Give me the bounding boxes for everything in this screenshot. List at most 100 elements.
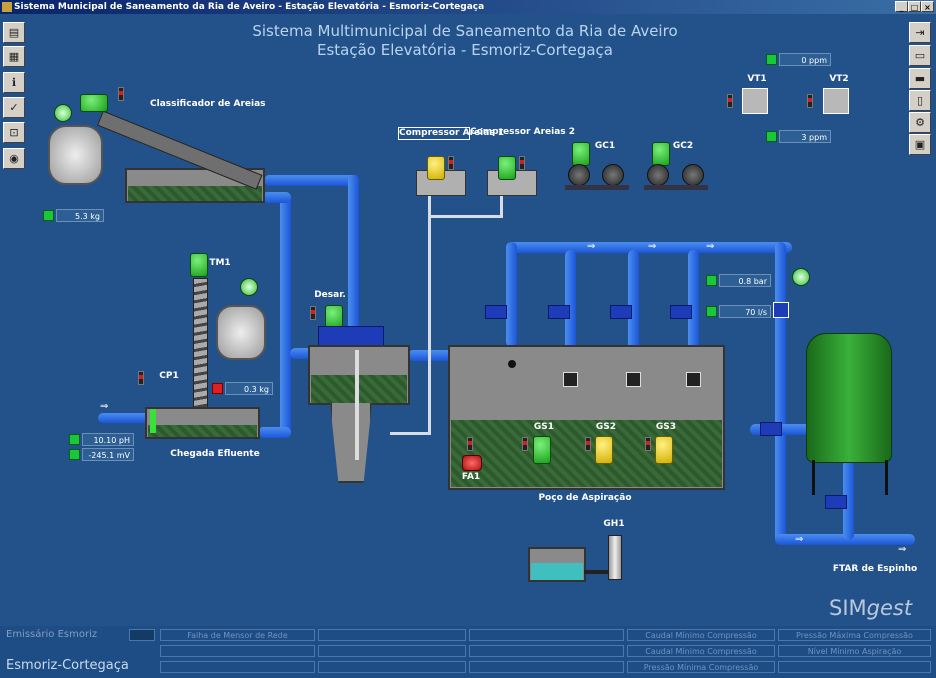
window-titlebar: Sistema Municipal de Saneamento da Ria d… bbox=[0, 0, 936, 14]
valve-tank-icon[interactable] bbox=[825, 495, 847, 509]
compressor1-switch[interactable] bbox=[448, 156, 454, 170]
window-tool-button[interactable]: ▭ bbox=[909, 45, 931, 66]
info-tool-button[interactable]: ℹ bbox=[3, 72, 25, 93]
pressure-value: 0.8 bar bbox=[719, 274, 771, 287]
alarm-pressao-max[interactable]: Pressão Máxima Compressão bbox=[778, 629, 931, 641]
gc1-motor[interactable] bbox=[572, 142, 590, 166]
chegada-sludge bbox=[148, 425, 257, 437]
classificador-motor[interactable] bbox=[80, 94, 108, 112]
book-tool-button[interactable]: ▣ bbox=[909, 134, 931, 155]
status-bar: Emissário Esmoriz Esmoriz-Cortegaça Falh… bbox=[0, 626, 936, 678]
gc1-base bbox=[565, 185, 629, 190]
valve-line3-icon[interactable] bbox=[610, 305, 632, 319]
desar-cone bbox=[330, 403, 372, 483]
minimize-button[interactable]: _ bbox=[895, 1, 908, 12]
tm1-separator[interactable] bbox=[216, 305, 266, 360]
maximize-button[interactable]: □ bbox=[908, 1, 921, 12]
pressure-led bbox=[706, 275, 717, 286]
vt1-switch[interactable] bbox=[727, 94, 733, 108]
classificador-weight-value: 5.3 kg bbox=[56, 209, 104, 222]
storage-tank[interactable] bbox=[806, 333, 892, 463]
alarm-falta[interactable]: Falha de Mensor de Rede bbox=[160, 629, 315, 641]
valve-line2-icon[interactable] bbox=[548, 305, 570, 319]
tank-leg bbox=[885, 460, 888, 495]
close-button[interactable]: × bbox=[921, 1, 934, 12]
gc1-fan-icon bbox=[568, 164, 590, 186]
flow-arrow-icon: ⇒ bbox=[898, 544, 907, 555]
window-title: Sistema Municipal de Saneamento da Ria d… bbox=[14, 2, 485, 12]
gs3-pump[interactable] bbox=[655, 436, 673, 464]
camera-tool-button[interactable]: ◉ bbox=[3, 148, 25, 169]
brand-sim: SIM bbox=[829, 596, 867, 620]
site-label: Emissário Esmoriz bbox=[6, 629, 98, 640]
valve-outlet-icon[interactable] bbox=[760, 422, 782, 436]
compressor1-label: Compressor Areias 1 bbox=[398, 127, 505, 140]
gs2-switch[interactable] bbox=[585, 437, 591, 451]
pipe-segment bbox=[264, 175, 359, 186]
gc2-motor[interactable] bbox=[652, 142, 670, 166]
screen-tool-button[interactable]: ▬ bbox=[909, 68, 931, 89]
tm1-label: TM1 bbox=[209, 258, 231, 268]
gs1-label: GS1 bbox=[533, 422, 555, 432]
fa1-mixer[interactable] bbox=[462, 455, 482, 471]
gs2-pump[interactable] bbox=[595, 436, 613, 464]
flow-led bbox=[706, 306, 717, 317]
ppm-top-led bbox=[766, 54, 777, 65]
classificador-sludge bbox=[128, 186, 262, 201]
fa1-switch[interactable] bbox=[467, 437, 473, 451]
compressor2-motor[interactable] bbox=[498, 156, 516, 180]
compressor1-motor[interactable] bbox=[427, 156, 445, 180]
site-indicator bbox=[129, 629, 155, 641]
cp1-gate bbox=[150, 409, 156, 433]
pipe-segment bbox=[280, 192, 291, 437]
poco-label: Poço de Aspiração bbox=[538, 493, 632, 503]
gs3-switch[interactable] bbox=[645, 437, 651, 451]
settings-tool-button[interactable]: ⚙ bbox=[909, 112, 931, 133]
classificador-weight-led bbox=[43, 210, 54, 221]
valve-line4-icon[interactable] bbox=[670, 305, 692, 319]
gh1-pump[interactable] bbox=[608, 535, 622, 580]
tank-leg bbox=[812, 460, 815, 495]
pipe-segment bbox=[98, 413, 150, 423]
ph-led bbox=[69, 434, 80, 445]
alarm-pressao-min[interactable]: Pressão Mínima Compressão bbox=[627, 661, 775, 673]
compressor2-switch[interactable] bbox=[519, 156, 525, 170]
header-subtitle: Estação Elevatória - Esmoriz-Cortegaça bbox=[316, 41, 613, 59]
gs1-pump[interactable] bbox=[533, 436, 551, 464]
gc1-label: GC1 bbox=[594, 141, 616, 151]
site-name: Esmoriz-Cortegaça bbox=[6, 658, 129, 673]
air-pipe bbox=[428, 195, 431, 435]
gh1-water bbox=[531, 563, 583, 580]
alarm-cell-empty bbox=[318, 645, 466, 657]
trend-tool-button[interactable]: ⊡ bbox=[3, 122, 25, 143]
vt2-switch[interactable] bbox=[807, 94, 813, 108]
vt1-fan-icon[interactable] bbox=[742, 88, 768, 114]
flow-arrow-icon: ⇒ bbox=[706, 241, 715, 252]
desar-sludge bbox=[311, 375, 407, 403]
ppm-bottom-led bbox=[766, 131, 777, 142]
pipe-segment bbox=[258, 427, 291, 438]
tm1-screw bbox=[193, 278, 208, 415]
alarm-caudal1[interactable]: Caudal Mínimo Compressão bbox=[627, 629, 775, 641]
exit-tool-button[interactable]: ⇥ bbox=[909, 22, 931, 43]
cp1-switch[interactable] bbox=[138, 371, 144, 385]
panel-tool-button[interactable]: ▦ bbox=[3, 46, 25, 67]
gh1-pipe bbox=[584, 570, 608, 574]
valve-line1-icon[interactable] bbox=[485, 305, 507, 319]
gs1-switch[interactable] bbox=[522, 437, 528, 451]
desar-switch[interactable] bbox=[310, 306, 316, 320]
alarm-caudal2[interactable]: Caudal Mínimo Compressão bbox=[627, 645, 775, 657]
classificador-separator[interactable] bbox=[48, 125, 103, 185]
poco-sludge bbox=[451, 420, 722, 487]
overview-tool-button[interactable]: ▤ bbox=[3, 22, 25, 43]
check-valve-gs1-icon bbox=[563, 372, 578, 387]
tm1-weight-value: 0.3 kg bbox=[225, 382, 273, 395]
vt2-fan-icon[interactable] bbox=[823, 88, 849, 114]
door-tool-button[interactable]: ▯ bbox=[909, 90, 931, 111]
alarm-cell-empty bbox=[160, 645, 315, 657]
acknowledge-tool-button[interactable]: ✓ bbox=[3, 97, 25, 118]
classificador-switch[interactable] bbox=[118, 87, 124, 101]
alarm-nivel[interactable]: Nível Mínimo Aspiração bbox=[778, 645, 931, 657]
tm1-motor[interactable] bbox=[190, 253, 208, 277]
gs2-label: GS2 bbox=[595, 422, 617, 432]
